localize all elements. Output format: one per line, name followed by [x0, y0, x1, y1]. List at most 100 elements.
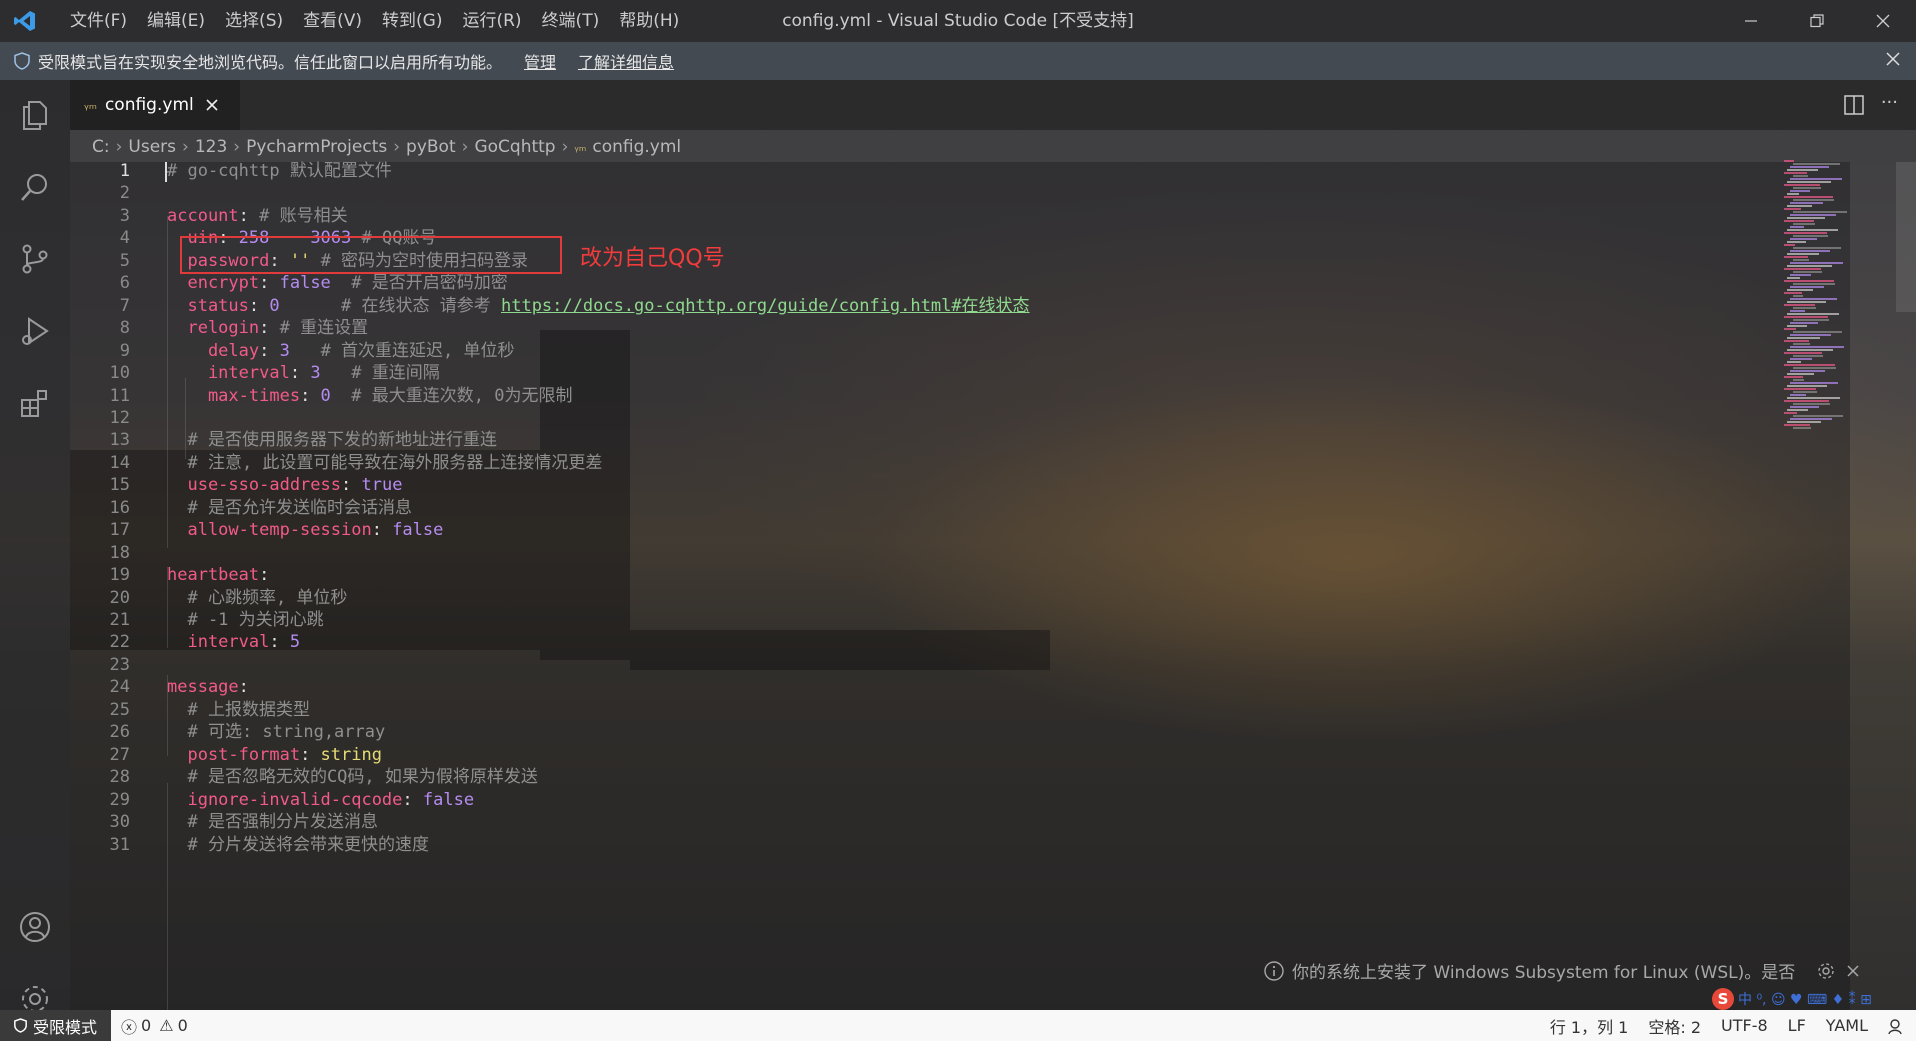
code-token: # 心跳频率, 单位秒	[167, 588, 348, 608]
restricted-mode-status[interactable]: 受限模式	[0, 1010, 112, 1041]
explorer-icon[interactable]	[0, 80, 70, 150]
code-editor[interactable]: 1 # go-cqhttp 默认配置文件 2 3 account: # 账号相关 4 ui…	[70, 161, 1850, 1023]
text-cursor	[165, 162, 167, 182]
minimap-line	[1784, 292, 1802, 294]
minimap-line	[1790, 370, 1825, 372]
status-bar: 受限模式 ⓧ 0 ⚠ 0 行 1，列 1 空格: 2 UTF-8 LF YAML	[0, 1010, 1916, 1041]
restore-button[interactable]	[1784, 0, 1850, 42]
vertical-scrollbar[interactable]	[1896, 162, 1916, 312]
split-editor-icon[interactable]	[1844, 95, 1864, 119]
notification-settings-icon[interactable]	[1817, 962, 1835, 980]
source-control-icon[interactable]	[0, 224, 70, 294]
minimap-line	[1784, 352, 1822, 354]
minimap-line	[1784, 280, 1834, 282]
menu-item[interactable]: 运行(R)	[452, 0, 531, 42]
breadcrumb-item[interactable]: pyBot	[406, 137, 456, 157]
encoding-status[interactable]: UTF-8	[1721, 1016, 1768, 1035]
code-token: relogin	[167, 318, 260, 338]
shield-icon	[14, 1018, 27, 1033]
minimap-line	[1793, 259, 1809, 261]
code-token: account	[167, 206, 239, 226]
warning-icon: ⚠	[159, 1016, 174, 1035]
code-token: true	[361, 475, 403, 495]
minimap-line	[1793, 223, 1815, 225]
minimap-line	[1790, 238, 1817, 240]
annotation-highlight-box	[180, 236, 562, 274]
minimap-line	[1793, 247, 1841, 249]
code-token: 0	[269, 296, 280, 316]
menu-item[interactable]: 终端(T)	[532, 0, 610, 42]
menu-item[interactable]: 文件(F)	[60, 0, 137, 42]
run-debug-icon[interactable]	[0, 296, 70, 366]
menu-item[interactable]: 查看(V)	[293, 0, 372, 42]
restricted-mode-label: 受限模式	[33, 1017, 98, 1037]
language-mode-status[interactable]: YAML	[1826, 1016, 1868, 1035]
code-token: status	[167, 296, 249, 316]
close-window-button[interactable]	[1850, 0, 1916, 42]
banner-learn-more-link[interactable]: 了解详细信息	[578, 49, 674, 73]
minimap-line	[1787, 337, 1820, 339]
feedback-icon[interactable]	[1888, 1017, 1906, 1035]
breadcrumb-item[interactable]: GoCqhttp	[474, 137, 555, 157]
minimap-line	[1793, 427, 1811, 429]
info-icon	[1264, 960, 1284, 981]
docs-link[interactable]: https://docs.go-cqhttp.org/guide/config.…	[501, 296, 1030, 316]
code-token: heartbeat	[167, 565, 260, 585]
search-icon[interactable]	[0, 152, 70, 222]
minimap-line	[1790, 166, 1829, 168]
cursor-position-status[interactable]: 行 1，列 1	[1550, 1014, 1629, 1038]
code-token: # 在线状态 请参考	[279, 296, 501, 316]
minimap-line	[1784, 208, 1801, 210]
breadcrumb-item[interactable]: PycharmProjects	[246, 137, 387, 157]
accounts-icon[interactable]	[0, 892, 70, 962]
banner-close-icon[interactable]	[1886, 52, 1900, 66]
problems-status[interactable]: ⓧ 0 ⚠ 0	[121, 1014, 188, 1038]
code-token: # 上报数据类型	[167, 700, 310, 720]
code-token: :	[238, 206, 260, 226]
code-token: # 首次重连延迟, 单位秒	[289, 341, 515, 361]
code-token: :	[259, 318, 280, 338]
code-token: :	[238, 677, 249, 697]
code-token: post-format	[167, 745, 301, 765]
minimap-line	[1787, 241, 1806, 243]
minimap-line	[1787, 289, 1813, 291]
minimap-line	[1790, 406, 1819, 408]
extensions-icon[interactable]	[0, 368, 70, 438]
minimap-line	[1793, 367, 1836, 369]
code-line[interactable]: 31 # 分片发送将会带来更快的速度	[70, 832, 1770, 859]
minimap-line	[1787, 205, 1812, 207]
vscode-logo-icon	[12, 8, 38, 34]
banner-manage-link[interactable]: 管理	[524, 49, 556, 73]
more-actions-icon[interactable]: ···	[1881, 92, 1898, 113]
tab-close-icon[interactable]	[206, 99, 218, 111]
menu-item[interactable]: 编辑(E)	[137, 0, 215, 42]
minimap-line	[1790, 346, 1844, 348]
input-method-toolbar[interactable]: S 中 ⁰, ☺ ♥ ⌨ ♦ ⁑ ⊞	[1712, 988, 1872, 1010]
minimap-line	[1790, 286, 1824, 288]
minimap-line	[1793, 199, 1834, 201]
minimap-line	[1787, 265, 1832, 267]
minimap-line	[1790, 250, 1830, 252]
breadcrumb-item[interactable]: config.yml	[592, 137, 681, 157]
indentation-status[interactable]: 空格: 2	[1648, 1014, 1701, 1038]
minimap-line	[1787, 301, 1826, 303]
code-token: # 是否忽略无效的CQ码, 如果为假将原样发送	[167, 767, 538, 787]
minimap[interactable]	[1784, 160, 1874, 430]
tab-config-yml[interactable]: ᵧₘ config.yml	[70, 80, 240, 130]
notification-close-icon[interactable]	[1847, 964, 1859, 977]
minimize-button[interactable]	[1718, 0, 1784, 42]
code-token: # 账号相关	[259, 206, 348, 226]
menu-item[interactable]: 选择(S)	[215, 0, 293, 42]
menu-item[interactable]: 帮助(H)	[609, 0, 689, 42]
code-token: :	[300, 386, 321, 406]
eol-status[interactable]: LF	[1788, 1016, 1806, 1035]
minimap-line	[1784, 268, 1821, 270]
breadcrumb-item[interactable]: 123	[195, 137, 227, 157]
breadcrumb-item[interactable]: C:	[92, 137, 110, 157]
minimap-line	[1790, 274, 1811, 276]
minimap-line	[1784, 232, 1827, 234]
minimap-line	[1784, 172, 1807, 174]
breadcrumb-item[interactable]: Users	[128, 137, 176, 157]
menu-item[interactable]: 转到(G)	[372, 0, 452, 42]
minimap-line	[1793, 175, 1808, 177]
